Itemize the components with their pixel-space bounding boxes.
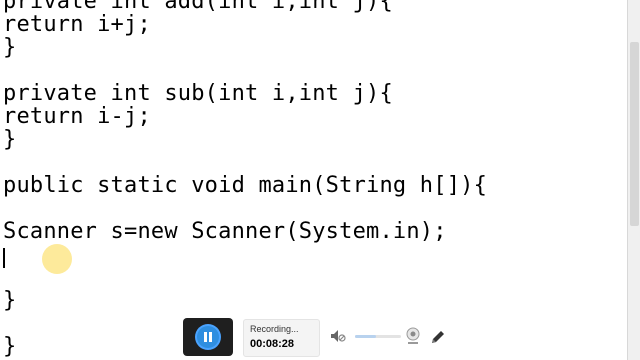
webcam-icon[interactable] bbox=[405, 326, 421, 346]
code-editor[interactable]: private int add(int i,int j){ return i+j… bbox=[0, 0, 628, 360]
code-line: private int sub(int i,int j){ bbox=[3, 81, 393, 106]
code-line: return i+j; bbox=[3, 12, 151, 37]
recording-elapsed-time: 00:08:28 bbox=[250, 338, 295, 350]
pen-icon[interactable] bbox=[429, 328, 447, 346]
code-line: } bbox=[3, 334, 17, 359]
recording-status-label: Recording... bbox=[250, 324, 299, 334]
code-line: Scanner s=new Scanner(System.in); bbox=[3, 219, 447, 244]
pause-recording-button[interactable] bbox=[183, 318, 233, 356]
code-line: } bbox=[3, 35, 17, 60]
screen-recorder-toolbar: Recording... 00:08:28 bbox=[183, 318, 448, 358]
code-line: } bbox=[3, 288, 17, 313]
code-line: return i-j; bbox=[3, 104, 151, 129]
mouse-cursor-highlight bbox=[42, 244, 72, 274]
volume-slider[interactable] bbox=[355, 335, 401, 338]
speaker-icon[interactable] bbox=[330, 328, 346, 344]
scrollbar-thumb[interactable] bbox=[630, 42, 639, 226]
code-line: } bbox=[3, 127, 17, 152]
pause-icon bbox=[197, 326, 219, 348]
volume-slider-fill bbox=[355, 335, 376, 338]
text-caret bbox=[3, 248, 5, 268]
vertical-scrollbar[interactable] bbox=[627, 0, 640, 360]
recording-status-panel: Recording... 00:08:28 bbox=[243, 319, 320, 357]
code-line: public static void main(String h[]){ bbox=[3, 173, 488, 198]
